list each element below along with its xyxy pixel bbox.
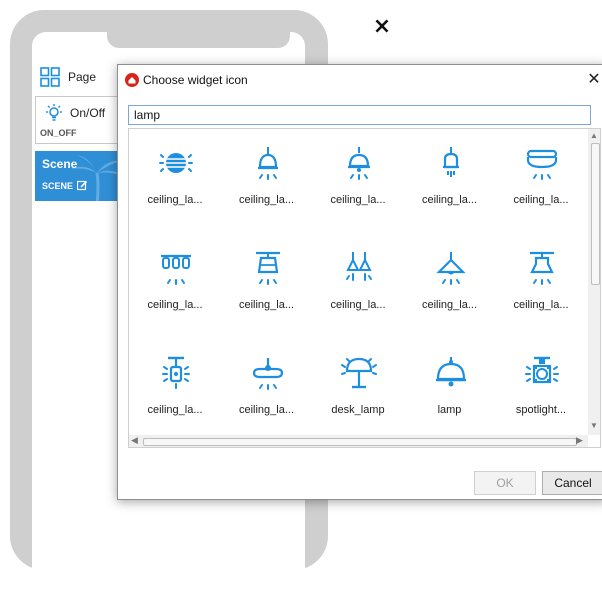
ceiling-lamp-triple-icon (161, 254, 191, 285)
icon-tile[interactable]: ceiling_la... (410, 244, 490, 324)
ceiling-lamp-double-icon (346, 252, 372, 281)
ceiling-lamp-rod-icon (162, 356, 190, 389)
phone-notch: × (107, 10, 391, 48)
icon-tile-label: ceiling_la... (330, 299, 386, 311)
vertical-scrollbar[interactable]: ▲ ▼ (588, 129, 600, 435)
icon-tile[interactable]: ceiling_la... (135, 244, 215, 324)
ceiling-lamp-bell-icon (257, 147, 278, 180)
desk-lamp-icon (341, 357, 377, 389)
cancel-button[interactable]: Cancel (542, 471, 602, 495)
icon-tile-label: desk_lamp (331, 404, 385, 416)
scrollbar-thumb[interactable] (591, 143, 600, 285)
icon-tile-label: lamp (437, 404, 462, 416)
search-input[interactable] (128, 105, 591, 125)
app-icon (125, 73, 139, 87)
icon-tile[interactable]: ceiling_la... (501, 139, 581, 219)
horizontal-scrollbar[interactable]: ◀ ▶ (129, 435, 588, 447)
ceiling-lamp-flush-icon (526, 149, 558, 180)
onoff-label: On/Off (70, 106, 106, 120)
icon-tile-label: ceiling_la... (513, 299, 569, 311)
onoff-type: ON_OFF (40, 128, 77, 138)
dialog-titlebar[interactable]: Choose widget icon ✕ (118, 65, 602, 95)
icon-tile-label: ceiling_la... (238, 404, 295, 416)
icon-tile[interactable]: ceiling_la... (318, 244, 398, 324)
icon-tile-label: ceiling_la... (147, 194, 203, 206)
scene-title: Scene (42, 157, 78, 171)
page-item-label: Page (68, 70, 97, 84)
bulb-icon (46, 104, 62, 121)
scene-type-row: SCENE (42, 180, 88, 191)
ok-button[interactable]: OK (474, 471, 536, 495)
icon-tile-label: ceiling_la... (330, 194, 386, 206)
ceiling-lamp-shade-icon (255, 251, 280, 285)
spotlight-icon (525, 356, 559, 384)
ceiling-lamp-drum-icon (530, 251, 554, 285)
ceiling-lamp-fan-icon (252, 358, 283, 390)
scroll-right-icon[interactable]: ▶ (576, 435, 583, 446)
dialog-title: Choose widget icon (143, 73, 248, 87)
icon-tile[interactable]: ceiling_la... (227, 244, 307, 324)
icon-tile-label: spotlight... (515, 404, 567, 416)
icon-tile-label: ceiling_la... (238, 194, 295, 206)
ceiling-lamp-spot-icon (442, 147, 459, 177)
icon-tile[interactable]: ceiling_la... (227, 139, 307, 219)
icon-tile[interactable]: desk_lamp (318, 349, 398, 429)
icon-tile-label: ceiling_la... (147, 299, 203, 311)
ceiling-lamp-pendant-icon (435, 252, 466, 285)
icon-list: ceiling_la... ceiling_la... ceiling_la... c… (128, 128, 601, 448)
ceiling-lamp-globe-icon (159, 153, 193, 173)
icon-tile-label: ceiling_la... (147, 404, 203, 416)
icon-tile[interactable]: spotlight... (501, 349, 581, 429)
scroll-down-icon[interactable]: ▼ (590, 421, 598, 430)
scene-type: SCENE (42, 180, 74, 191)
icon-tile-label: ceiling_la... (421, 194, 478, 206)
icon-tile-label: ceiling_la... (513, 194, 569, 206)
page-item[interactable]: Page (40, 66, 96, 88)
lamp-icon (435, 357, 466, 387)
grid-icon (40, 67, 60, 87)
close-icon[interactable]: × (369, 14, 395, 40)
icon-tile[interactable]: ceiling_la... (501, 244, 581, 324)
icon-tile-label: ceiling_la... (421, 299, 478, 311)
icon-tile-label: ceiling_la... (238, 299, 295, 311)
scrollbar-thumb[interactable] (143, 438, 577, 446)
onoff-row: On/Off (44, 103, 105, 123)
scroll-up-icon[interactable]: ▲ (590, 131, 598, 140)
close-icon[interactable]: ✕ (584, 69, 602, 89)
choose-widget-icon-dialog: Choose widget icon ✕ ceiling_la...ceilin… (117, 64, 602, 500)
icon-tile[interactable]: ceiling_la... (410, 139, 490, 219)
scene-widget[interactable]: Scene SCENE (35, 151, 121, 201)
home-icon (128, 77, 136, 84)
icon-tile[interactable]: lamp (410, 349, 490, 429)
onoff-widget[interactable]: On/Off ON_OFF (35, 96, 123, 144)
icon-tile[interactable]: ceiling_la... (227, 349, 307, 429)
ceiling-lamp-dome-icon (348, 147, 370, 180)
icon-tile[interactable]: ceiling_la... (318, 139, 398, 219)
icon-tile[interactable]: ceiling_la... (135, 139, 215, 219)
scroll-left-icon[interactable]: ◀ (131, 435, 138, 446)
icon-tile[interactable]: ceiling_la... (135, 349, 215, 429)
edit-icon[interactable] (77, 180, 88, 191)
